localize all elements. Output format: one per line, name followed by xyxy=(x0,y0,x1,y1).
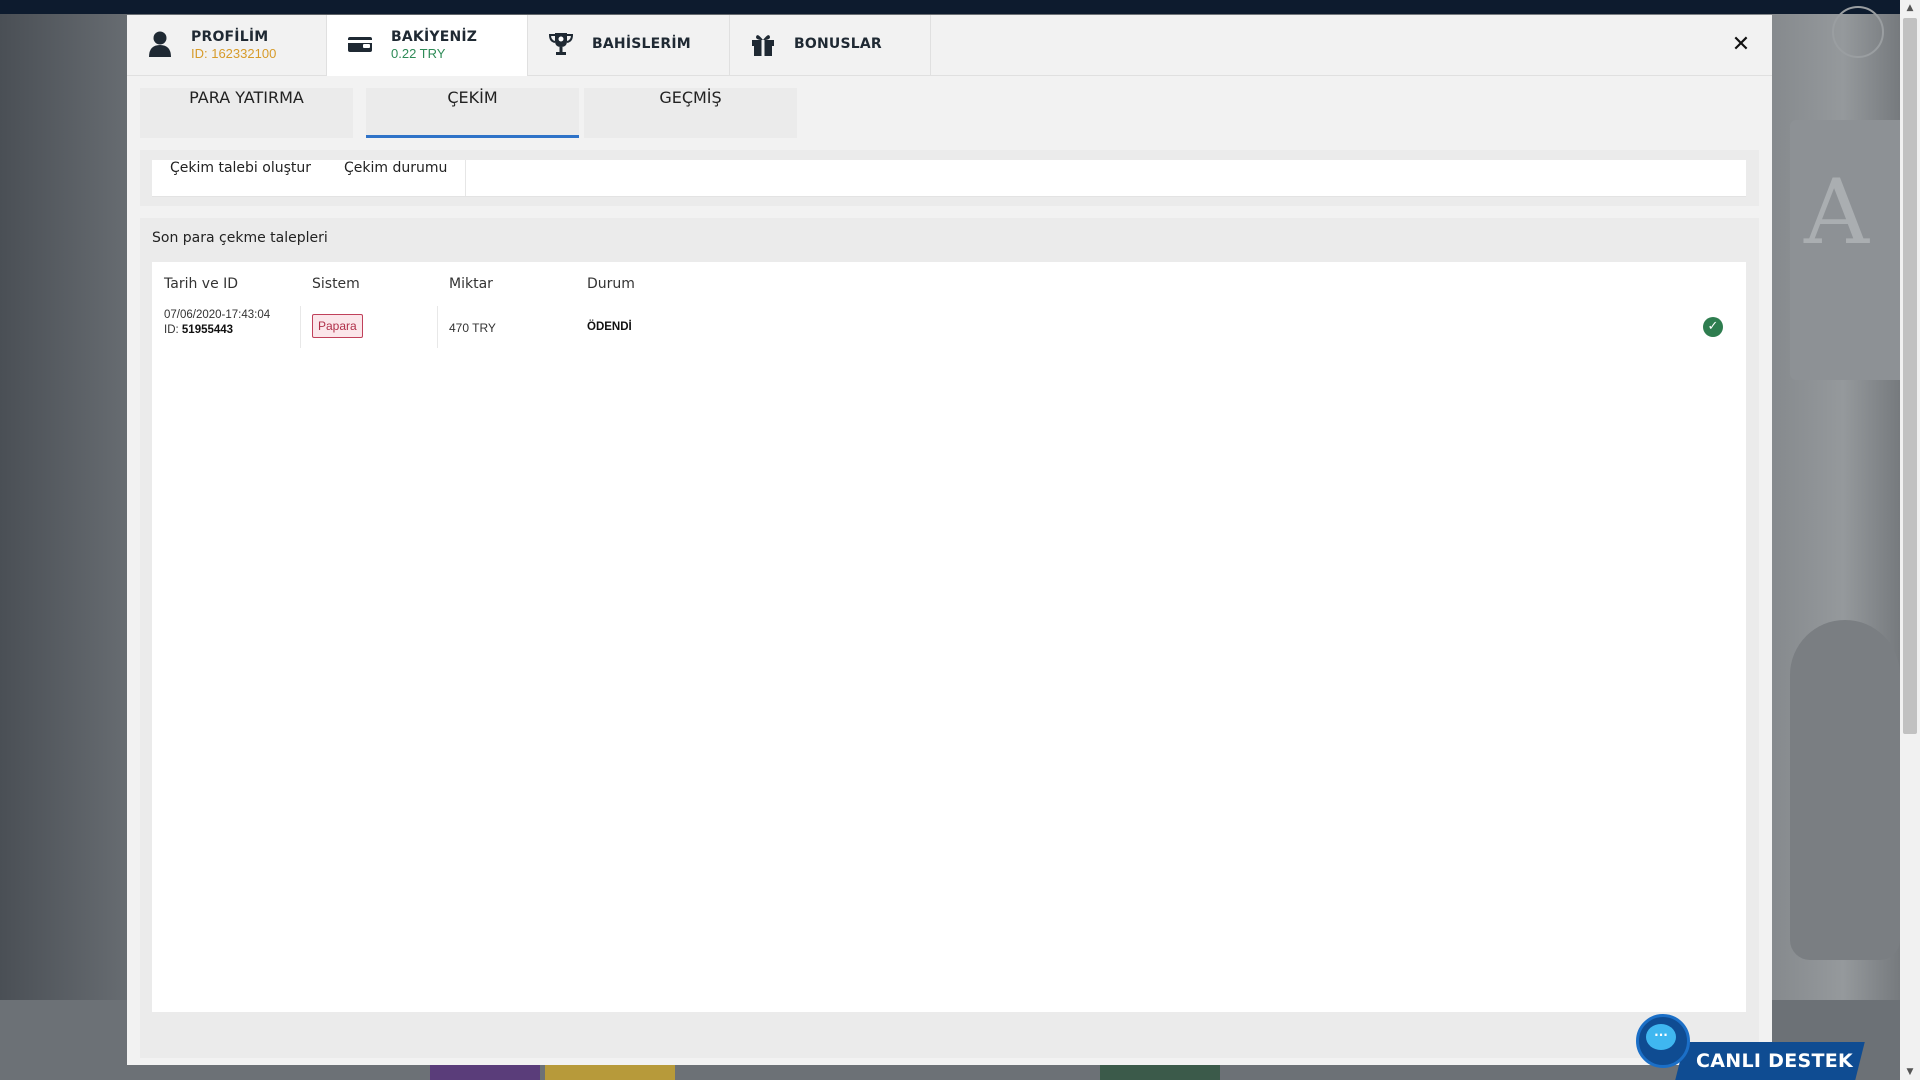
trophy-icon xyxy=(548,33,574,55)
site-top-bar xyxy=(0,0,1920,14)
background-playing-card: A xyxy=(1790,120,1910,380)
request-id-label: ID: xyxy=(164,324,179,336)
site-logo xyxy=(1832,6,1884,58)
request-status: ÖDENDİ xyxy=(587,321,632,333)
tab-create-withdrawal[interactable]: Çekim talebi oluştur xyxy=(152,160,331,196)
withdrawal-table: Tarih ve ID Sistem Miktar Durum 07/06/20… xyxy=(152,262,1746,1012)
tab-withdraw[interactable]: ÇEKİM xyxy=(366,88,579,138)
request-date-id: 07/06/2020-17:43:04 ID: 51955443 xyxy=(164,308,270,338)
tab-withdrawal-status[interactable]: Çekim durumu xyxy=(326,160,467,196)
live-support-label: CANLI DESTEK xyxy=(1696,1050,1854,1072)
withdrawal-requests-panel: Son para çekme talepleri Tarih ve ID Sis… xyxy=(140,218,1759,1058)
panel-title: Son para çekme talepleri xyxy=(152,230,328,246)
tab-my-bets-label: BAHİSLERİM xyxy=(592,36,691,52)
user-id: ID: 162332100 xyxy=(191,46,277,61)
cell-divider xyxy=(300,306,301,348)
scroll-down-arrow-icon[interactable]: ▼ xyxy=(1900,1064,1920,1080)
request-id: 51955443 xyxy=(181,324,234,336)
payment-system-badge: Papara xyxy=(312,314,363,338)
tab-deposit[interactable]: PARA YATIRMA xyxy=(140,88,353,138)
tab-bonuses-label: BONUSLAR xyxy=(794,36,882,52)
transaction-tabs: PARA YATIRMA ÇEKİM GEÇMİŞ xyxy=(140,88,1759,138)
cell-divider xyxy=(437,306,438,348)
scrollbar-thumb[interactable] xyxy=(1903,18,1917,734)
column-header-amount: Miktar xyxy=(449,276,493,292)
scroll-up-arrow-icon[interactable]: ▲ xyxy=(1900,0,1920,16)
tab-bonuses[interactable]: BONUSLAR xyxy=(730,15,931,75)
withdraw-subnav: Çekim talebi oluştur Çekim durumu xyxy=(140,150,1759,206)
gift-icon xyxy=(752,35,774,56)
chat-bubble-icon: ··· xyxy=(1646,1024,1676,1050)
paid-check-icon: ✓ xyxy=(1703,317,1723,337)
column-header-status: Durum xyxy=(587,276,635,292)
live-support-button[interactable]: ··· CANLI DESTEK xyxy=(1630,1010,1870,1080)
account-tabs: PROFİLİM ID: 162332100 BAKİYENİZ 0.22 TR… xyxy=(127,15,1772,76)
page-scrollbar[interactable]: ▲ ▼ xyxy=(1900,0,1920,1080)
tab-balance-label: BAKİYENİZ xyxy=(391,29,478,45)
wallet-icon xyxy=(348,37,372,52)
background-mascot xyxy=(1790,620,1900,960)
tab-profile[interactable]: PROFİLİM ID: 162332100 xyxy=(127,15,327,75)
account-modal: PROFİLİM ID: 162332100 BAKİYENİZ 0.22 TR… xyxy=(127,15,1772,1065)
request-date: 07/06/2020-17:43:04 xyxy=(164,309,271,321)
table-row: 07/06/2020-17:43:04 ID: 51955443 Papara … xyxy=(152,302,1746,352)
request-amount: 470 TRY xyxy=(449,321,496,335)
column-header-system: Sistem xyxy=(312,276,360,292)
withdraw-subnav-inner: Çekim talebi oluştur Çekim durumu xyxy=(152,160,1746,197)
tab-my-bets[interactable]: BAHİSLERİM xyxy=(528,15,730,75)
column-header-date-id: Tarih ve ID xyxy=(164,276,239,292)
balance-amount: 0.22 TRY xyxy=(391,46,446,61)
user-icon xyxy=(149,31,171,57)
tab-profile-label: PROFİLİM xyxy=(191,29,269,45)
tab-history[interactable]: GEÇMİŞ xyxy=(584,88,797,138)
tab-balance[interactable]: BAKİYENİZ 0.22 TRY xyxy=(327,15,528,76)
close-button[interactable]: ✕ xyxy=(1727,31,1755,59)
